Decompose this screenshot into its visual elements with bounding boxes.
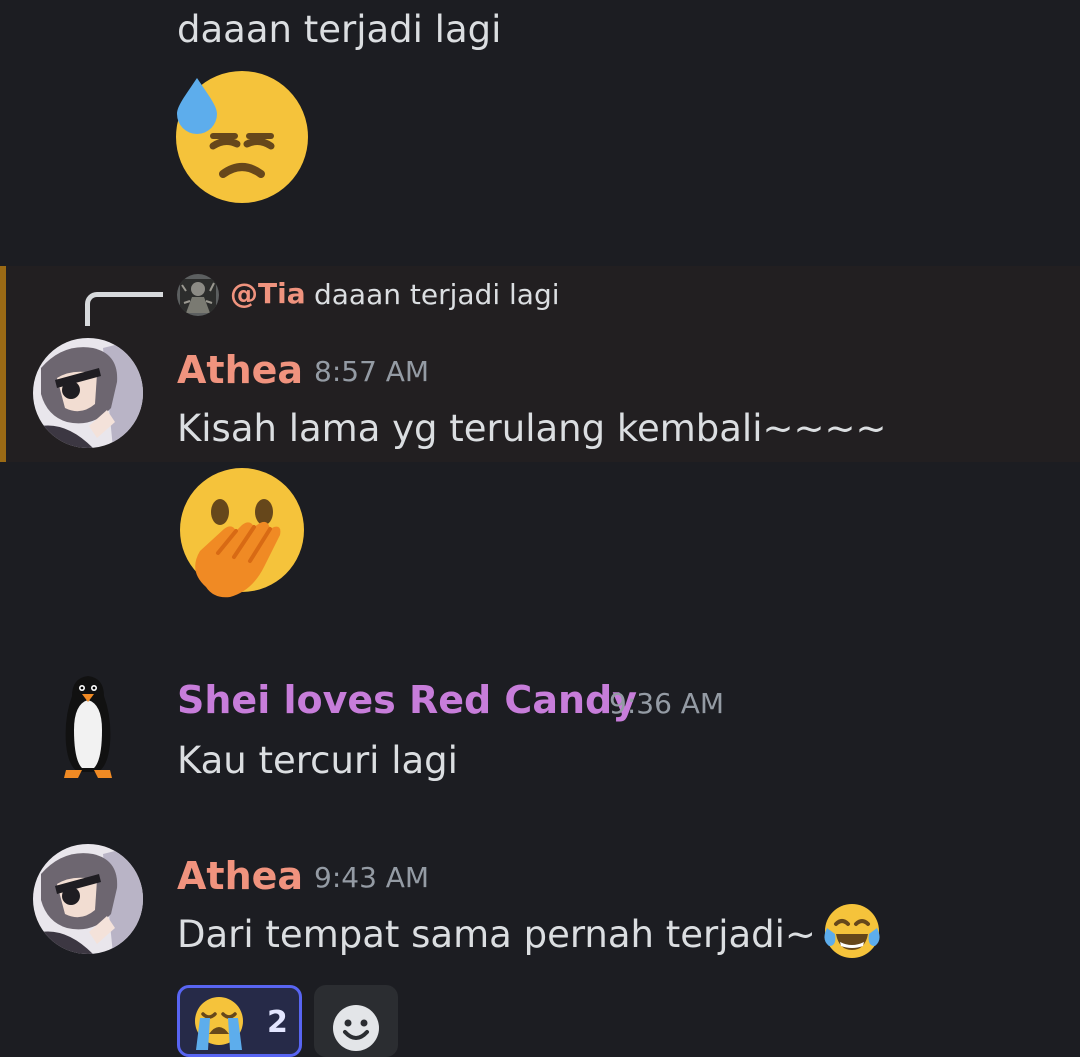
- message-author[interactable]: Athea: [177, 351, 303, 389]
- loudly-crying-face-icon: [195, 997, 243, 1050]
- downcast-face-with-sweat-icon: [176, 71, 308, 203]
- add-reaction-smiley-icon: [333, 1005, 379, 1051]
- message-text: Dari tempat sama pernah terjadi~: [177, 913, 816, 956]
- face-with-hand-over-mouth-icon: [180, 468, 304, 598]
- athea-avatar-icon[interactable]: [33, 338, 143, 448]
- message-timestamp: 9:36 AM: [609, 687, 725, 720]
- message-text: daaan terjadi lagi: [177, 8, 502, 51]
- message-timestamp: 9:43 AM: [314, 861, 430, 894]
- message-timestamp: 8:57 AM: [314, 355, 430, 388]
- athea-avatar-icon[interactable]: [33, 844, 143, 954]
- reaction-button[interactable]: 2: [177, 985, 302, 1057]
- add-reaction-button[interactable]: [314, 985, 398, 1057]
- reply-mention[interactable]: @Tia: [230, 280, 306, 308]
- reply-preview-text[interactable]: daaan terjadi lagi: [314, 281, 560, 309]
- message-author[interactable]: Athea: [177, 857, 303, 895]
- tia-avatar-icon[interactable]: [176, 273, 220, 317]
- chat-messages: daaan terjadi lagi @Tia daaan terjadi la…: [0, 0, 1080, 1057]
- reply-connector: [85, 292, 163, 326]
- message-text: Kau tercuri lagi: [177, 739, 458, 782]
- penguin-avatar-icon[interactable]: [60, 674, 116, 780]
- reaction-count: 2: [267, 1005, 288, 1040]
- face-with-tears-of-joy-icon: [824, 904, 880, 958]
- message-author[interactable]: Shei loves Red Candy: [177, 681, 637, 719]
- mention-highlight-bar: [0, 266, 6, 462]
- message-text: Kisah lama yg terulang kembali~~~~: [177, 407, 887, 450]
